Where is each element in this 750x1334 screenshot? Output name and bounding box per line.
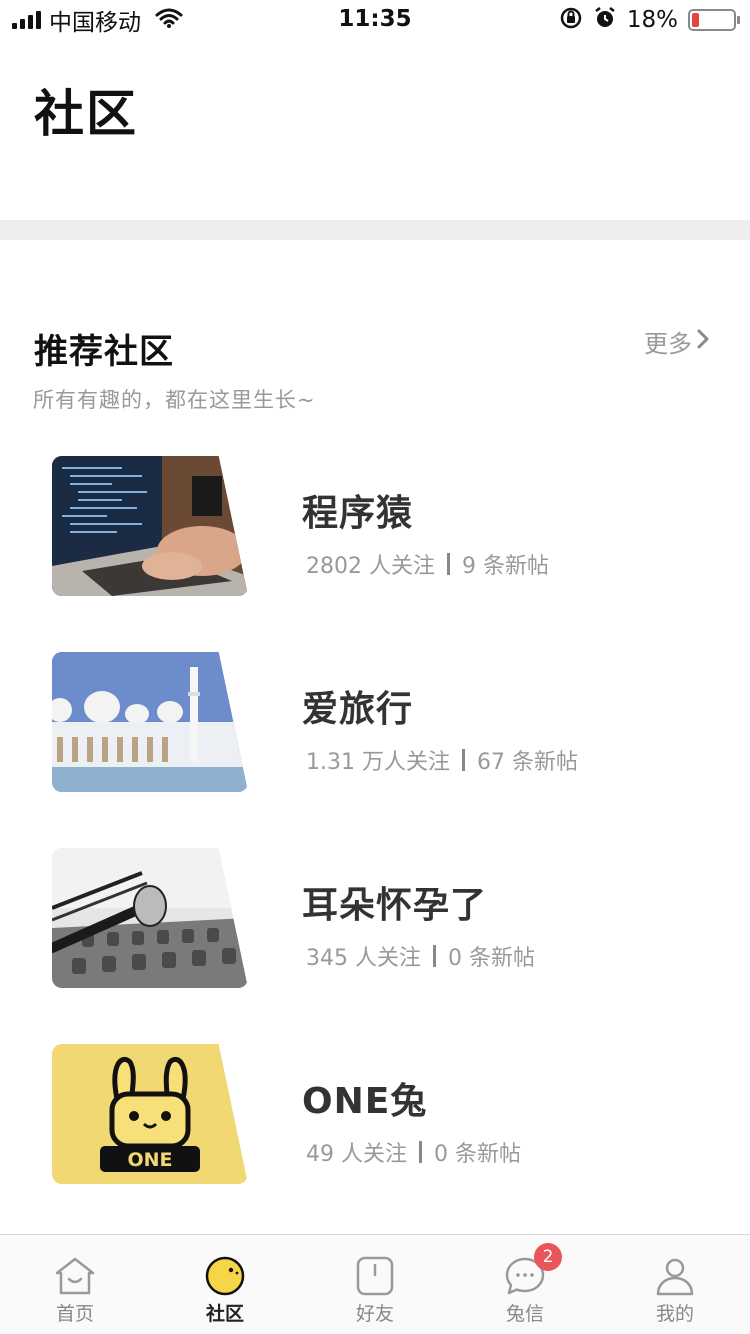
mosque-photo [52, 652, 248, 792]
tab-home[interactable]: 首页 [0, 1235, 150, 1334]
new-post-count: 9 条新帖 [461, 554, 549, 579]
tab-friends[interactable]: 好友 [300, 1235, 450, 1334]
new-post-count: 0 条新帖 [434, 1142, 521, 1167]
community-meta: 1.31 万人关注 67 条新帖 [306, 744, 578, 776]
friends-icon [353, 1255, 397, 1297]
follower-count: 49 人关注 [306, 1142, 407, 1167]
new-post-count: 67 条新帖 [476, 750, 578, 775]
status-bar-right: 18% [559, 6, 740, 34]
meta-separator [446, 553, 450, 575]
tab-label: 社区 [205, 1303, 244, 1325]
follower-count: 2802 人关注 [306, 554, 435, 579]
battery-icon [688, 9, 740, 31]
community-name: 耳朵怀孕了 [302, 885, 488, 926]
tab-label: 我的 [655, 1303, 694, 1325]
community-item[interactable]: 程序猿 2802 人关注 9 条新帖 [0, 456, 750, 616]
community-name: 爱旅行 [302, 689, 414, 730]
tab-label: 好友 [355, 1303, 394, 1325]
home-icon [53, 1255, 97, 1297]
unread-badge: 2 [534, 1243, 562, 1271]
more-link[interactable]: 更多 [644, 324, 710, 359]
microphone-photo [52, 848, 248, 988]
meta-separator [433, 945, 436, 967]
meta-separator [461, 749, 465, 771]
battery-level-fill [692, 13, 699, 27]
follower-count: 1.31 万人关注 [306, 750, 450, 775]
community-item[interactable]: 耳朵怀孕了 345 人关注 0 条新帖 [0, 848, 750, 1008]
community-item[interactable]: ONE ONE兔 49 人关注 0 条新帖 [0, 1044, 750, 1204]
community-meta: 2802 人关注 9 条新帖 [306, 548, 549, 580]
community-item[interactable]: 爱旅行 1.31 万人关注 67 条新帖 [0, 652, 750, 812]
chevron-right-icon [696, 327, 710, 357]
community-icon [203, 1255, 247, 1297]
section-divider [0, 220, 750, 240]
laptop-code-photo [52, 456, 248, 596]
one-rabbit-logo: ONE [52, 1044, 248, 1184]
community-name: ONE兔 [302, 1081, 428, 1122]
rotation-lock-icon [559, 6, 583, 34]
tab-label: 首页 [55, 1303, 94, 1325]
tab-bar: 首页 社区 好友 兔信 2 我的 [0, 1234, 750, 1334]
community-meta: 49 人关注 0 条新帖 [306, 1136, 521, 1168]
tab-community[interactable]: 社区 [150, 1235, 300, 1334]
follower-count: 345 人关注 [306, 946, 421, 971]
status-bar: 中国移动 11:35 18% [0, 0, 750, 40]
svg-text:ONE: ONE [127, 1149, 172, 1171]
alarm-icon [593, 6, 617, 34]
recommended-section-title: 推荐社区 [34, 332, 174, 372]
recommended-subtitle: 所有有趣的，都在这里生长~ [33, 388, 316, 412]
tab-label: 兔信 [505, 1303, 544, 1325]
community-meta: 345 人关注 0 条新帖 [306, 940, 535, 972]
page-title: 社区 [34, 85, 138, 143]
battery-percent: 18% [626, 7, 678, 33]
tab-profile[interactable]: 我的 [600, 1235, 750, 1334]
meta-separator [419, 1141, 422, 1163]
more-label: 更多 [644, 330, 692, 358]
new-post-count: 0 条新帖 [448, 946, 535, 971]
community-name: 程序猿 [302, 493, 414, 534]
tab-messages[interactable]: 兔信 2 [450, 1235, 600, 1334]
profile-icon [653, 1255, 697, 1297]
